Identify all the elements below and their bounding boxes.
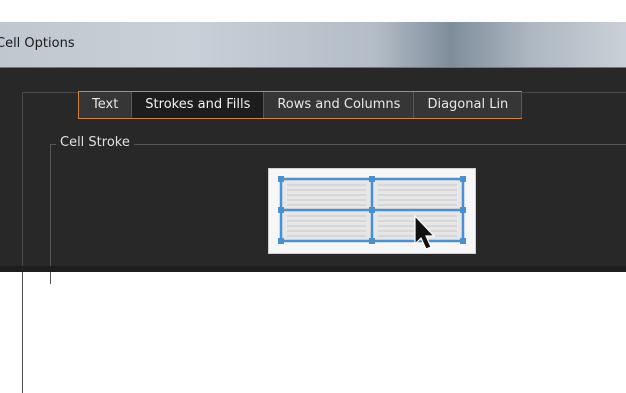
tab-diagonal-lines[interactable]: Diagonal Lin <box>414 92 523 118</box>
tab-rows-and-columns[interactable]: Rows and Columns <box>264 92 415 118</box>
window-title: Cell Options <box>0 36 75 51</box>
title-bar[interactable]: Cell Options <box>0 22 626 68</box>
tab-bar: Text Strokes and Fills Rows and Columns … <box>78 91 523 119</box>
cell-stroke-group-left-border <box>50 144 51 284</box>
stroke-proxy-diagram[interactable] <box>269 169 475 253</box>
bottom-edge <box>0 266 626 272</box>
cell-stroke-proxy-preview[interactable] <box>268 168 476 254</box>
tab-text[interactable]: Text <box>79 92 133 118</box>
cell-stroke-label: Cell Stroke <box>56 135 134 150</box>
cell-stroke-group-border <box>50 144 626 145</box>
tab-strokes-and-fills[interactable]: Strokes and Fills <box>132 92 265 118</box>
